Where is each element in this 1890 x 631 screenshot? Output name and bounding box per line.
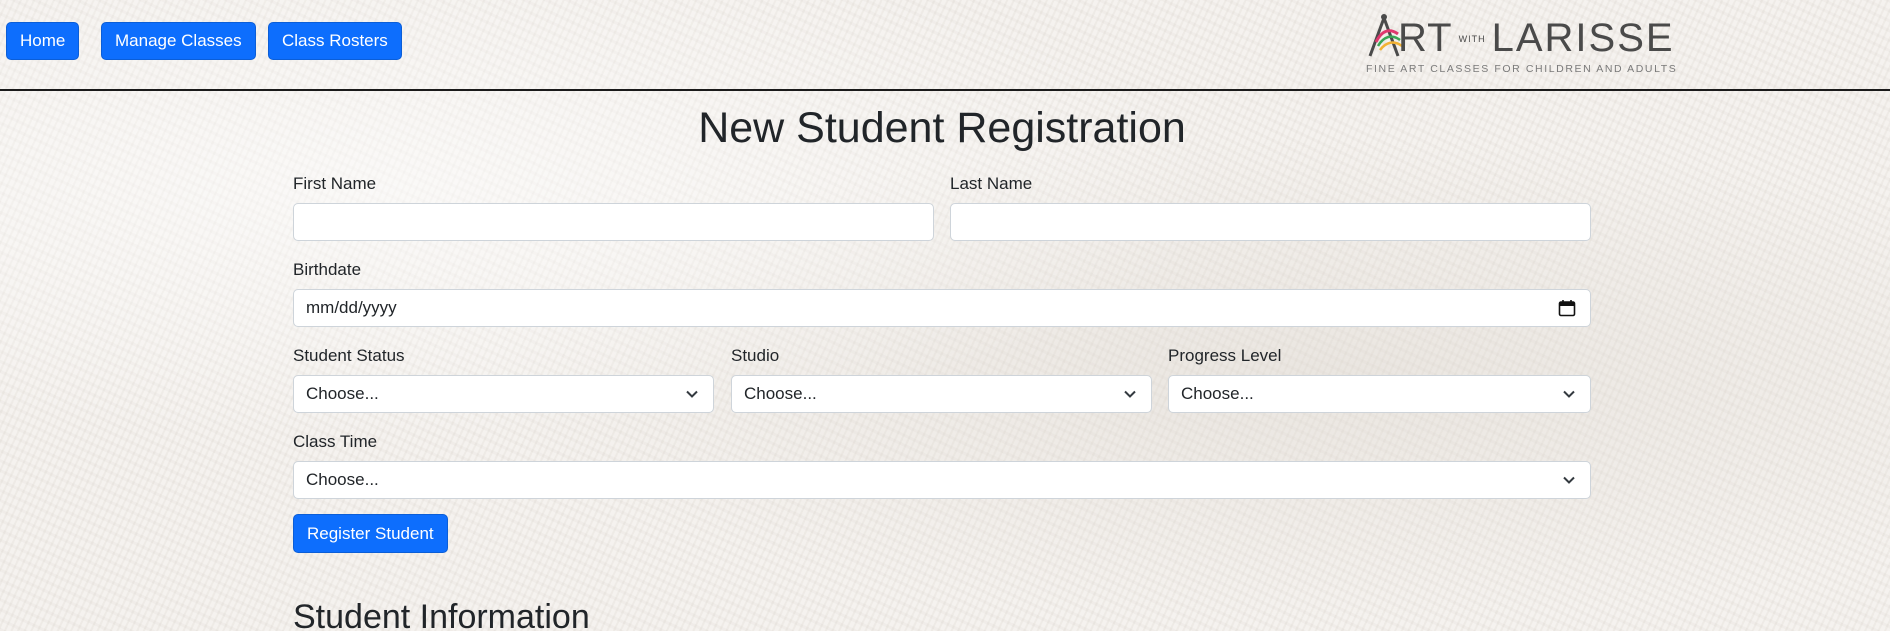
class-time-select[interactable]: Choose...	[293, 461, 1591, 499]
progress-level-label: Progress Level	[1168, 346, 1282, 365]
birthdate-placeholder: mm/dd/yyyy	[306, 298, 397, 317]
class-rosters-button[interactable]: Class Rosters	[268, 22, 402, 60]
logo-art-text: RT	[1398, 16, 1453, 60]
first-name-label: First Name	[293, 174, 377, 193]
brand-logo[interactable]: RT WITH LARISSE FINE ART CLASSES FOR CHI…	[1364, 12, 1676, 76]
progress-level-value: Choose...	[1181, 384, 1254, 403]
logo-tagline: FINE ART CLASSES FOR CHILDREN AND ADULTS	[1366, 63, 1678, 75]
chevron-down-icon	[1124, 390, 1136, 398]
calendar-icon[interactable]	[1558, 299, 1576, 317]
student-information-heading: Student Information	[293, 598, 590, 631]
first-name-input[interactable]	[293, 203, 934, 241]
class-time-label: Class Time	[293, 432, 378, 451]
birthdate-label: Birthdate	[293, 260, 362, 279]
register-student-button[interactable]: Register Student	[293, 514, 448, 553]
chevron-down-icon	[686, 390, 698, 398]
student-status-label: Student Status	[293, 346, 405, 365]
birthdate-input[interactable]: mm/dd/yyyy	[293, 289, 1591, 327]
last-name-input[interactable]	[950, 203, 1591, 241]
studio-value: Choose...	[744, 384, 817, 403]
logo-wordmark: RT WITH LARISSE	[1398, 12, 1675, 60]
chevron-down-icon	[1563, 476, 1575, 484]
student-status-value: Choose...	[306, 384, 379, 403]
class-time-value: Choose...	[306, 470, 379, 489]
last-name-label: Last Name	[950, 174, 1033, 193]
student-status-select[interactable]: Choose...	[293, 375, 714, 413]
logo-with-text: WITH	[1458, 34, 1486, 44]
manage-classes-button[interactable]: Manage Classes	[101, 22, 256, 60]
studio-select[interactable]: Choose...	[731, 375, 1152, 413]
logo-name-text: LARISSE	[1491, 16, 1675, 60]
home-button[interactable]: Home	[6, 22, 80, 60]
chevron-down-icon	[1563, 390, 1575, 398]
page-title: New Student Registration	[698, 104, 1186, 152]
top-navbar: Home Manage Classes Class Rosters RT WIT…	[0, 0, 1890, 91]
studio-label: Studio	[731, 346, 780, 365]
progress-level-select[interactable]: Choose...	[1168, 375, 1591, 413]
